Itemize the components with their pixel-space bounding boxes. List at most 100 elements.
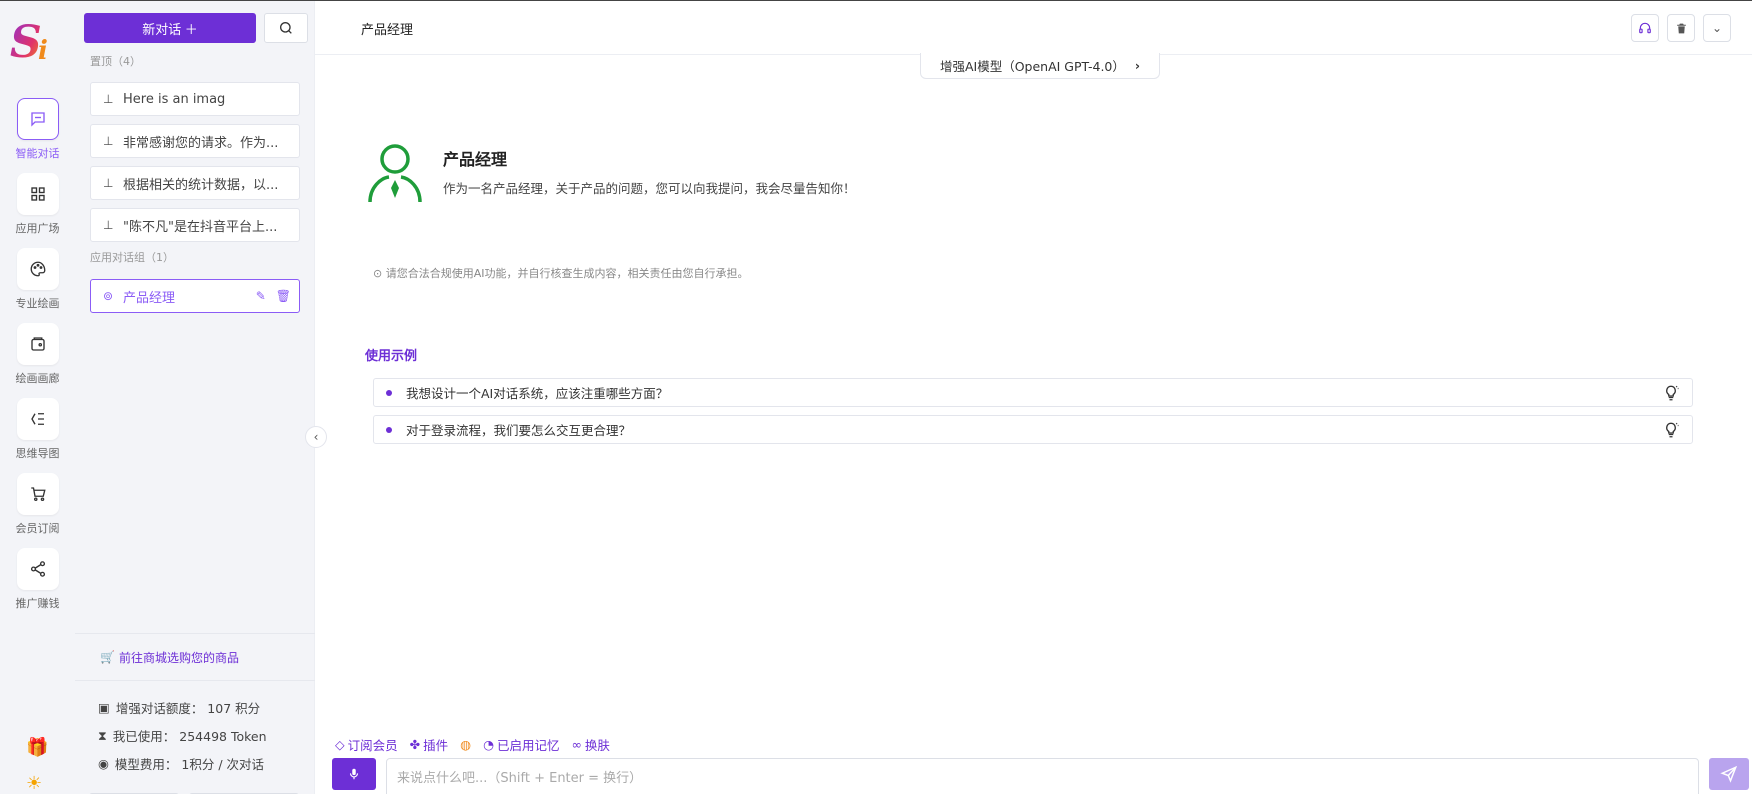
chat-input[interactable] xyxy=(386,758,1699,794)
delete-chat-button[interactable] xyxy=(1667,14,1695,42)
clock-icon: ◔ xyxy=(483,737,494,752)
plugins-link[interactable]: ✤ 插件 xyxy=(410,735,449,754)
nav-item-apps[interactable]: 应用广场 xyxy=(0,173,75,236)
quota-text: 我已使用： 254498 Token xyxy=(112,729,267,744)
trash-icon xyxy=(1676,23,1686,33)
search-button[interactable] xyxy=(264,13,308,43)
agent-avatar-icon xyxy=(367,142,423,206)
example-prompt[interactable]: 我想设计一个AI对话系统，应该注重哪些方面？ xyxy=(373,378,1693,407)
microphone-icon xyxy=(349,768,359,780)
basketball-button[interactable]: ◍ xyxy=(460,737,471,752)
conversation-title: 根据相关的统计数据，以... xyxy=(123,177,279,193)
share-icon xyxy=(16,548,59,590)
quota-cost: ◉ 模型费用： 1积分 / 次对话 xyxy=(98,754,264,773)
nav-item-chat[interactable]: 智能对话 xyxy=(0,98,75,161)
more-options-button[interactable]: ⌄ xyxy=(1703,14,1731,42)
chevron-right-icon: › xyxy=(1134,58,1141,73)
agent-description: 作为一名产品经理，关于产品的问题，您可以向我提问，我会尽量告知你！ xyxy=(443,181,856,196)
cart-icon xyxy=(16,473,59,515)
pin-icon[interactable]: ✎ xyxy=(256,289,266,303)
chat-header: 产品经理 ⌄ xyxy=(315,1,1752,55)
shop-link[interactable]: 🛒 前往商城选购您的商品 xyxy=(75,633,315,681)
svg-text:i: i xyxy=(38,36,48,66)
skin-link[interactable]: ∞ 换肤 xyxy=(572,735,610,754)
coin-icon: ◉ xyxy=(98,756,109,771)
nav-item-gallery[interactable]: 绘画画廊 xyxy=(0,323,75,386)
quota-used: ⧗ 我已使用： 254498 Token xyxy=(98,726,267,745)
conversation-title: Here is an imag xyxy=(123,91,226,107)
shop-link-label: 前往商城选购您的商品 xyxy=(118,650,239,665)
lightbulb-icon xyxy=(1666,422,1679,438)
pinned-conversation[interactable]: ⊥ "陈不凡"是在抖音平台上... xyxy=(90,208,300,242)
svg-text:S: S xyxy=(10,17,42,68)
nav-item-draw[interactable]: 专业绘画 xyxy=(0,248,75,311)
send-button[interactable] xyxy=(1709,758,1749,790)
pin-icon: ⊥ xyxy=(103,218,114,232)
delete-icon[interactable]: 🗑 xyxy=(276,289,291,303)
pinned-conversation[interactable]: ⊥ 非常感谢您的请求。作为... xyxy=(90,124,300,158)
mindmap-icon xyxy=(16,398,59,440)
app-group-label: 应用对话组（1） xyxy=(90,251,174,264)
bullet-icon xyxy=(386,426,392,433)
tag-icon: ◇ xyxy=(335,737,345,752)
memory-link[interactable]: ◔ 已启用记忆 xyxy=(483,735,559,754)
example-prompt[interactable]: 对于登录流程，我们要怎么交互更合理？ xyxy=(373,415,1693,444)
nav-label: 会员订阅 xyxy=(15,522,60,535)
nav-item-membership[interactable]: 会员订阅 xyxy=(0,473,75,536)
chat-icon xyxy=(16,98,59,140)
conversation-title: 产品经理 xyxy=(123,290,176,306)
chat-main: 产品经理 ⌄ 增强AI模型（OpenAI GPT-4.0） › ‹ 产品经理 作… xyxy=(305,1,1752,794)
gift-icon[interactable]: 🎁 xyxy=(26,737,48,758)
nav-item-referral[interactable]: 推广赚钱 xyxy=(0,548,75,611)
subscribe-label: 订阅会员 xyxy=(347,738,398,753)
gallery-icon xyxy=(16,323,59,365)
new-chat-button[interactable]: 新对话 ＋ xyxy=(84,13,256,43)
conversation-title: "陈不凡"是在抖音平台上... xyxy=(123,219,278,235)
example-text: 我想设计一个AI对话系统，应该注重哪些方面？ xyxy=(406,386,669,401)
model-name: 增强AI模型（OpenAI GPT-4.0） xyxy=(939,59,1125,74)
app-icon: ⊚ xyxy=(103,289,114,303)
app-conversation-selected[interactable]: ⊚ 产品经理 ✎ 🗑 xyxy=(90,279,300,313)
pin-icon: ⊥ xyxy=(103,176,114,190)
headset-button[interactable] xyxy=(1631,14,1659,42)
chat-toolbar: ◇ 订阅会员 ✤ 插件 ◍ ◔ 已启用记忆 ∞ 换肤 xyxy=(335,735,610,754)
cart-icon: 🛒 xyxy=(100,650,115,664)
subscribe-link[interactable]: ◇ 订阅会员 xyxy=(335,735,398,754)
skin-label: 换肤 xyxy=(584,738,610,753)
chevron-left-icon: ‹ xyxy=(313,430,319,444)
theme-toggle-icon[interactable]: ☀ xyxy=(26,773,42,794)
plugins-label: 插件 xyxy=(423,738,449,753)
pinned-conversation[interactable]: ⊥ Here is an imag xyxy=(90,82,300,116)
collapse-sidebar-button[interactable]: ‹ xyxy=(305,426,327,448)
nav-label: 绘画画廊 xyxy=(15,372,60,385)
pinned-conversation[interactable]: ⊥ 根据相关的统计数据，以... xyxy=(90,166,300,200)
voice-input-button[interactable] xyxy=(332,758,376,790)
nav-item-mindmap[interactable]: 思维导图 xyxy=(0,398,75,461)
agent-name: 产品经理 xyxy=(443,150,508,169)
palette-icon xyxy=(16,248,59,290)
link-icon: ∞ xyxy=(571,737,582,752)
headset-icon xyxy=(1639,22,1651,34)
lightbulb-icon xyxy=(1666,385,1679,401)
chat-title: 产品经理 xyxy=(361,23,414,38)
search-icon xyxy=(280,22,292,34)
wallet-icon: ▣ xyxy=(98,700,110,715)
quota-text: 模型费用： 1积分 / 次对话 xyxy=(114,757,265,772)
pinned-group-label: 置顶（4） xyxy=(90,55,141,68)
disclaimer-text: ⊙ 请您合法合规使用AI功能，并自行核查生成内容，相关责任由您自行承担。 xyxy=(373,267,749,280)
bullet-icon xyxy=(386,389,392,396)
puzzle-icon: ✤ xyxy=(409,737,421,752)
model-selector[interactable]: 增强AI模型（OpenAI GPT-4.0） › xyxy=(920,53,1160,79)
memory-label: 已启用记忆 xyxy=(496,738,560,753)
nav-label: 智能对话 xyxy=(15,147,60,160)
quota-enhanced: ▣ 增强对话额度： 107 积分 xyxy=(98,698,260,717)
app-logo[interactable]: S i xyxy=(10,17,64,69)
send-icon xyxy=(1720,765,1738,783)
pin-icon: ⊥ xyxy=(103,134,114,148)
pin-icon: ⊥ xyxy=(103,92,114,106)
example-text: 对于登录流程，我们要怎么交互更合理？ xyxy=(406,423,632,438)
nav-rail: S i 智能对话 应用广场 专业绘画 绘画画廊 思维导图 会员订阅 推广赚钱 🎁… xyxy=(0,1,75,794)
nav-label: 思维导图 xyxy=(15,447,60,460)
app-root: S i 智能对话 应用广场 专业绘画 绘画画廊 思维导图 会员订阅 推广赚钱 🎁… xyxy=(0,0,1752,794)
nav-label: 专业绘画 xyxy=(15,297,60,310)
